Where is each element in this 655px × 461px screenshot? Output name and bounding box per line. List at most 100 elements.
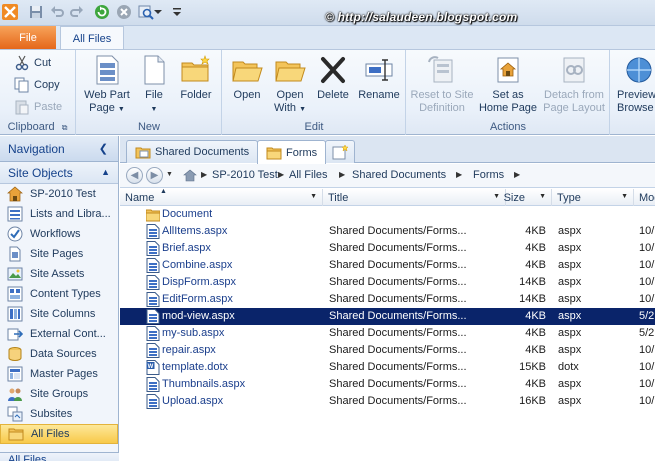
sidebar-item-all-files[interactable]: All Files (0, 424, 118, 444)
sidebar-item-site-columns[interactable]: Site Columns (0, 304, 118, 324)
breadcrumb-all-files[interactable]: All Files (289, 169, 328, 181)
table-row[interactable]: Combine.aspx Shared Documents/Forms... 4KB… (120, 257, 655, 274)
table-row[interactable]: Wtemplate.dotx Shared Documents/Forms... 1… (120, 359, 655, 376)
redo-icon[interactable] (68, 3, 86, 21)
save-icon[interactable] (27, 3, 45, 21)
file-type: aspx (558, 259, 582, 271)
sidebar-item-site-pages[interactable]: Site Pages (0, 244, 118, 264)
tab-all-files[interactable]: All Files (60, 26, 124, 50)
site-objects-header[interactable]: Site Objects ▲ (0, 162, 118, 184)
column-title[interactable]: Title ▼ (323, 189, 506, 206)
preview-in-browser-button[interactable]: Preview Browse (617, 52, 655, 118)
file-name[interactable]: Thumbnails.aspx (162, 376, 322, 393)
file-size: 4KB (525, 344, 546, 356)
reset-to-site-definition-button[interactable]: Reset to Site Definition (409, 52, 475, 118)
column-size[interactable]: Size ▼ (504, 189, 552, 206)
file-title: Shared Documents/Forms... (329, 344, 467, 356)
sidebar-item-site-groups[interactable]: Site Groups (0, 384, 118, 404)
sharepoint-designer-logo-icon[interactable] (1, 3, 19, 21)
file-name[interactable]: template.dotx (162, 359, 322, 376)
sidebar-item-sp-2010-test[interactable]: SP-2010 Test (0, 184, 118, 204)
sidebar-item-data-sources[interactable]: Data Sources (0, 344, 118, 364)
column-filter-icon[interactable]: ▼ (310, 193, 317, 200)
tab-forms[interactable]: Forms (257, 140, 327, 164)
sidebar-item-subsites[interactable]: Subsites (0, 404, 118, 424)
detach-label-2: Page Layout (543, 102, 605, 114)
delete-button[interactable]: Delete (313, 52, 353, 118)
collapse-navigation-icon[interactable]: ❮ (99, 142, 108, 155)
table-row[interactable]: my-sub.aspx Shared Documents/Forms... 4KB a… (120, 325, 655, 342)
column-modified[interactable]: Mod (634, 189, 655, 206)
all-files-section-header[interactable]: All Files (0, 452, 119, 461)
customize-toolbar-icon[interactable] (170, 3, 184, 21)
file-type: aspx (558, 276, 582, 288)
file-name[interactable]: AllItems.aspx (162, 223, 322, 240)
file-name[interactable]: Upload.aspx (162, 393, 322, 410)
sidebar-item-workflows[interactable]: Workflows (0, 224, 118, 244)
breadcrumb-shared-documents[interactable]: Shared Documents (352, 169, 446, 181)
chevron-up-icon[interactable]: ▲ (101, 167, 110, 177)
paste-button[interactable]: Paste (14, 98, 62, 116)
table-row[interactable]: Upload.aspx Shared Documents/Forms... 16KB… (120, 393, 655, 410)
refresh-icon[interactable] (93, 3, 111, 21)
file-name[interactable]: my-sub.aspx (162, 325, 322, 342)
sidebar-item-lists-and-libra[interactable]: Lists and Libra... (0, 204, 118, 224)
file-name[interactable]: Combine.aspx (162, 257, 322, 274)
preview-dropdown-icon[interactable] (153, 3, 163, 21)
table-row[interactable]: DispForm.aspx Shared Documents/Forms... 14… (120, 274, 655, 291)
word-template-icon: W (146, 360, 160, 375)
back-arrow-icon[interactable]: ◀ (126, 167, 143, 184)
column-filter-icon[interactable]: ▼ (493, 193, 500, 200)
rename-icon (365, 59, 393, 81)
open-with-button[interactable]: Open With ▼ (269, 52, 311, 118)
forward-arrow-icon[interactable]: ▶ (146, 167, 163, 184)
file-name[interactable]: mod-view.aspx (162, 308, 322, 325)
sidebar-item-site-assets[interactable]: Site Assets (0, 264, 118, 284)
new-file-button[interactable]: File ▼ (137, 52, 171, 118)
table-row[interactable]: mod-view.aspx Shared Documents/Forms... 4K… (120, 308, 655, 325)
open-button[interactable]: Open (227, 52, 267, 118)
undo-icon[interactable] (48, 3, 66, 21)
stop-icon[interactable] (115, 3, 133, 21)
sidebar-item-external-cont[interactable]: External Cont... (0, 324, 118, 344)
table-row[interactable]: Document (120, 206, 655, 223)
table-row[interactable]: Brief.aspx Shared Documents/Forms... 4KB as… (120, 240, 655, 257)
file-name[interactable]: Document (162, 206, 322, 223)
copy-button[interactable]: Copy (14, 76, 60, 94)
file-name[interactable]: DispForm.aspx (162, 274, 322, 291)
sidebar-item-content-types[interactable]: Content Types (0, 284, 118, 304)
file-name[interactable]: repair.aspx (162, 342, 322, 359)
table-row[interactable]: repair.aspx Shared Documents/Forms... 4KB a… (120, 342, 655, 359)
table-row[interactable]: Thumbnails.aspx Shared Documents/Forms...… (120, 376, 655, 393)
file-modified: 10/ (639, 293, 655, 305)
new-folder-button[interactable]: Folder (175, 52, 217, 118)
copy-icon (14, 77, 29, 93)
table-row[interactable]: EditForm.aspx Shared Documents/Forms... 14… (120, 291, 655, 308)
new-group-label: New (137, 121, 160, 133)
detach-from-page-layout-button[interactable]: Detach from Page Layout (541, 52, 607, 118)
rename-button[interactable]: Rename (355, 52, 403, 118)
home-icon[interactable] (183, 169, 197, 182)
sidebar-item-master-pages[interactable]: Master Pages (0, 364, 118, 384)
tab-file[interactable]: File (0, 26, 56, 49)
tab-shared-documents[interactable]: Shared Documents (126, 140, 259, 163)
history-dropdown-icon[interactable]: ▼ (166, 171, 173, 178)
column-type[interactable]: Type ▼ (552, 189, 634, 206)
dialog-launcher-icon[interactable]: ⧉ (62, 123, 68, 132)
file-type: aspx (558, 293, 582, 305)
column-filter-icon[interactable]: ▼ (539, 193, 546, 200)
cut-button[interactable]: Cut (14, 54, 51, 72)
new-tab-button[interactable] (325, 140, 355, 163)
file-name[interactable]: EditForm.aspx (162, 291, 322, 308)
column-name[interactable]: Name ▲ ▼ (120, 188, 323, 206)
file-type: aspx (558, 327, 582, 339)
breadcrumb-forms[interactable]: Forms (473, 169, 504, 181)
column-filter-icon[interactable]: ▼ (621, 193, 628, 200)
breadcrumb-site[interactable]: SP-2010 Test (212, 169, 278, 181)
svg-text:W: W (148, 364, 154, 370)
web-part-page-button[interactable]: Web Part Page ▼ (81, 52, 133, 118)
navigation-pane: Navigation ❮ Site Objects ▲ SP-2010 Test… (0, 136, 119, 461)
file-name[interactable]: Brief.aspx (162, 240, 322, 257)
table-row[interactable]: AllItems.aspx Shared Documents/Forms... 4K… (120, 223, 655, 240)
set-as-home-page-button[interactable]: Set as Home Page (477, 52, 539, 118)
